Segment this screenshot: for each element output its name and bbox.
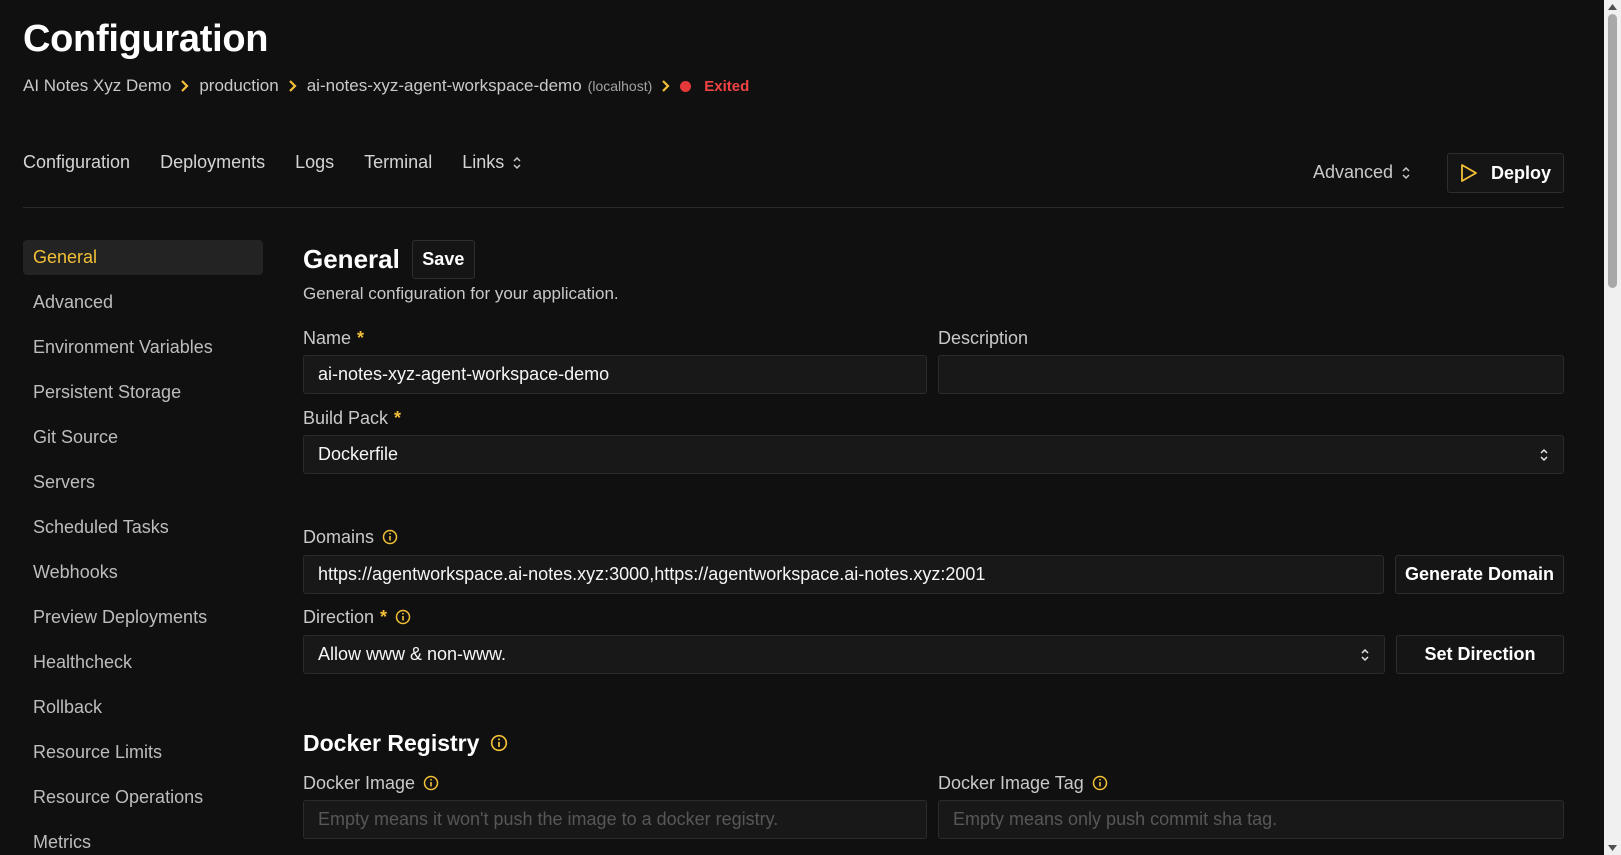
chevron-up-down-icon <box>1360 647 1370 663</box>
chevron-right-icon <box>661 80 671 92</box>
breadcrumb-project[interactable]: AI Notes Xyz Demo <box>23 76 171 96</box>
scroll-down-arrow-icon[interactable] <box>1607 844 1618 852</box>
sidebar-item-healthcheck[interactable]: Healthcheck <box>23 645 263 680</box>
deploy-button[interactable]: Deploy <box>1447 153 1564 193</box>
status-badge: Exited <box>704 77 750 95</box>
name-label: Name * <box>303 326 364 350</box>
sidebar-item-webhooks[interactable]: Webhooks <box>23 555 263 590</box>
docker-image-label: Docker Image <box>303 771 439 795</box>
direction-select[interactable]: Allow www & non-www. <box>303 635 1385 674</box>
domains-label-text: Domains <box>303 526 375 547</box>
chevron-right-icon <box>288 80 298 92</box>
sidebar-item-metrics[interactable]: Metrics <box>23 825 263 855</box>
play-icon <box>1461 164 1477 182</box>
breadcrumb-environment[interactable]: production <box>199 76 278 96</box>
resource-tabs: Configuration Deployments Logs Terminal … <box>23 152 552 173</box>
breadcrumb-resource[interactable]: ai-notes-xyz-agent-workspace-demo <box>307 76 582 96</box>
name-label-text: Name <box>303 327 352 348</box>
build-pack-select[interactable]: Dockerfile <box>303 435 1564 474</box>
settings-sidebar: General Advanced Environment Variables P… <box>23 240 263 855</box>
tab-deployments[interactable]: Deployments <box>160 152 265 173</box>
chevron-up-down-icon <box>1401 165 1411 181</box>
info-icon[interactable] <box>395 609 411 625</box>
description-label: Description <box>938 327 1029 348</box>
domains-label: Domains <box>303 525 398 549</box>
domains-input[interactable]: https://agentworkspace.ai-notes.xyz:3000… <box>303 555 1384 594</box>
tab-terminal[interactable]: Terminal <box>364 152 432 173</box>
general-section-header: General Save <box>303 239 475 279</box>
advanced-menu-label: Advanced <box>1313 162 1394 182</box>
sidebar-item-preview-deployments[interactable]: Preview Deployments <box>23 600 263 635</box>
breadcrumb-server: (localhost) <box>587 78 653 94</box>
sidebar-item-rollback[interactable]: Rollback <box>23 690 263 725</box>
docker-image-input[interactable]: Empty means it won't push the image to a… <box>303 800 927 839</box>
docker-registry-header: Docker Registry <box>303 727 508 759</box>
sidebar-item-persistent-storage[interactable]: Persistent Storage <box>23 375 263 410</box>
docker-image-tag-input[interactable]: Empty means only push commit sha tag. <box>938 800 1564 839</box>
build-pack-label-text: Build Pack <box>303 407 389 428</box>
sidebar-item-resource-limits[interactable]: Resource Limits <box>23 735 263 770</box>
status-dot-icon <box>680 80 692 92</box>
required-marker: * <box>380 606 388 627</box>
direction-label: Direction * <box>303 605 411 629</box>
chevron-up-down-icon <box>1539 447 1549 463</box>
build-pack-value: Dockerfile <box>318 444 399 464</box>
scrollbar-thumb[interactable] <box>1608 14 1617 288</box>
docker-registry-title: Docker Registry <box>303 729 480 756</box>
docker-image-tag-label-text: Docker Image Tag <box>938 772 1084 793</box>
set-direction-button[interactable]: Set Direction <box>1396 635 1564 674</box>
sidebar-item-advanced[interactable]: Advanced <box>23 285 263 320</box>
description-input[interactable] <box>938 355 1564 394</box>
info-icon[interactable] <box>1092 775 1108 791</box>
chevron-right-icon <box>180 80 190 92</box>
tab-links-label: Links <box>462 152 505 172</box>
vertical-scrollbar[interactable] <box>1604 0 1621 855</box>
docker-image-tag-label: Docker Image Tag <box>938 771 1108 795</box>
tab-links[interactable]: Links <box>462 152 522 173</box>
tab-configuration[interactable]: Configuration <box>23 152 130 173</box>
app-window: Configuration AI Notes Xyz Demo producti… <box>0 0 1621 855</box>
general-section-title: General <box>303 243 400 274</box>
general-section-subtitle: General configuration for your applicati… <box>303 284 619 303</box>
sidebar-item-servers[interactable]: Servers <box>23 465 263 500</box>
docker-image-label-text: Docker Image <box>303 772 416 793</box>
info-icon[interactable] <box>382 529 398 545</box>
sidebar-item-scheduled-tasks[interactable]: Scheduled Tasks <box>23 510 263 545</box>
deploy-button-label: Deploy <box>1490 162 1551 183</box>
direction-label-text: Direction <box>303 606 375 627</box>
chevron-up-down-icon <box>512 155 522 171</box>
scroll-up-arrow-icon[interactable] <box>1607 3 1618 11</box>
page-title: Configuration <box>23 18 269 60</box>
info-icon[interactable] <box>490 734 508 752</box>
build-pack-label: Build Pack * <box>303 406 401 430</box>
name-input[interactable]: ai-notes-xyz-agent-workspace-demo <box>303 355 927 394</box>
sidebar-item-general[interactable]: General <box>23 240 263 275</box>
info-icon[interactable] <box>423 775 439 791</box>
generate-domain-button[interactable]: Generate Domain <box>1395 555 1564 594</box>
tabs-divider <box>23 207 1564 208</box>
advanced-menu[interactable]: Advanced <box>1313 162 1411 183</box>
direction-value: Allow www & non-www. <box>318 644 507 664</box>
tab-logs[interactable]: Logs <box>295 152 334 173</box>
required-marker: * <box>357 327 365 348</box>
sidebar-item-resource-operations[interactable]: Resource Operations <box>23 780 263 815</box>
save-button[interactable]: Save <box>411 239 475 279</box>
sidebar-item-git-source[interactable]: Git Source <box>23 420 263 455</box>
breadcrumb: AI Notes Xyz Demo production ai-notes-xy… <box>23 75 749 97</box>
required-marker: * <box>394 407 402 428</box>
sidebar-item-environment-variables[interactable]: Environment Variables <box>23 330 263 365</box>
